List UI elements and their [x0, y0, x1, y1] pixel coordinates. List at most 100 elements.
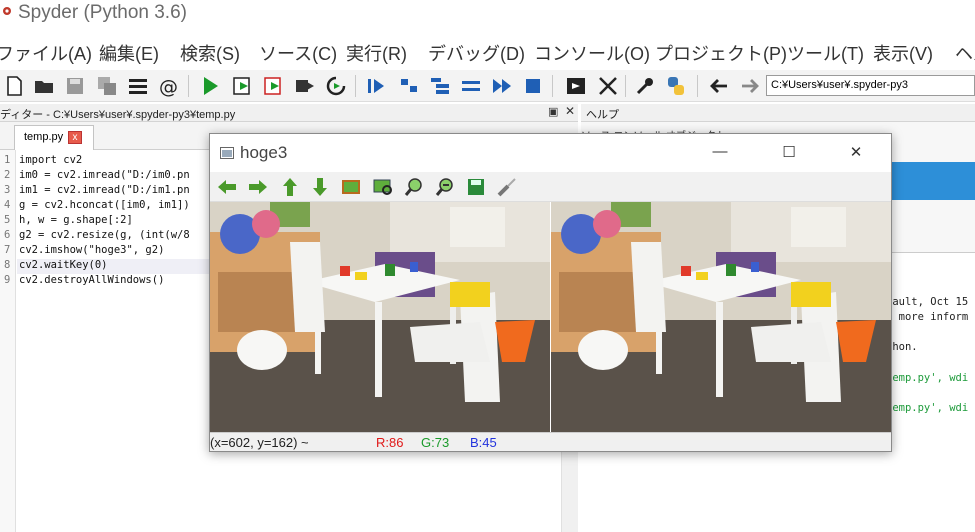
run-cell-icon[interactable] — [231, 74, 255, 98]
code-line: cv2.waitKey(0) — [19, 259, 108, 271]
line-number: 4 — [4, 199, 11, 211]
continue-icon[interactable] — [490, 74, 514, 98]
tab-close-icon[interactable]: x — [68, 131, 82, 144]
debug-icon[interactable] — [364, 74, 388, 98]
code-line: g = cv2.hconcat([im0, im1]) — [19, 199, 190, 211]
file-list-icon[interactable] — [126, 74, 150, 98]
help-pane-title: ヘルプ — [586, 109, 619, 121]
forward-arrow-icon[interactable] — [738, 74, 762, 98]
menu-help[interactable]: ヘル — [955, 40, 975, 66]
maximize-pane-icon[interactable] — [564, 74, 588, 98]
rerun-icon[interactable] — [324, 74, 348, 98]
menu-edit[interactable]: 編集(E) — [99, 40, 159, 66]
zoom-in-icon[interactable] — [403, 176, 425, 198]
menu-project[interactable]: プロジェクト(P) — [655, 40, 787, 66]
photo-right — [551, 202, 891, 432]
pan-up-icon[interactable] — [279, 176, 301, 198]
code-line: im1 = cv2.imread("D:/im1.pn — [19, 184, 190, 196]
toolbar-separator — [625, 75, 626, 97]
save-image-icon[interactable] — [465, 176, 487, 198]
undock-icon[interactable]: ▣ — [548, 105, 558, 118]
toolbar-separator — [552, 75, 553, 97]
toolbar-separator — [697, 75, 698, 97]
menu-bar: ファイル(A) 編集(E) 検索(S) ソース(C) 実行(R) デバッグ(D)… — [0, 36, 975, 66]
save-file-icon[interactable] — [63, 74, 87, 98]
pixel-red-value: R:86 — [376, 435, 404, 450]
step-return-icon[interactable] — [459, 74, 483, 98]
spyder-icon — [3, 7, 11, 15]
menu-console[interactable]: コンソール(O) — [534, 40, 650, 66]
tab-temp-py[interactable]: temp.py x — [14, 125, 94, 150]
properties-brush-icon[interactable] — [496, 176, 518, 198]
code-line: cv2.destroyAllWindows() — [19, 274, 165, 286]
code-line: cv2.imshow("hoge3", g2) — [19, 244, 165, 256]
close-pane-icon[interactable]: ✕ — [565, 104, 575, 118]
opencv-image-window: hoge3 — ☐ ✕ (x=602, y=162) ~ R:86 G:73 B… — [209, 133, 892, 452]
minimize-button[interactable]: — — [710, 143, 730, 163]
at-sign-icon[interactable]: @ — [157, 74, 181, 98]
menu-search[interactable]: 検索(S) — [180, 40, 240, 66]
stop-debug-icon[interactable] — [521, 74, 545, 98]
svg-text:@: @ — [159, 76, 178, 98]
help-pane-header: ヘルプ — [581, 104, 975, 122]
console-line: temp.py', wdi — [886, 402, 969, 414]
editor-pane-header: ディター - C:¥Users¥user¥.spyder-py3¥temp.py… — [0, 104, 578, 122]
menu-debug[interactable]: デバッグ(D) — [428, 40, 525, 66]
line-number: 3 — [4, 184, 11, 196]
pan-left-icon[interactable] — [216, 176, 238, 198]
line-number: 8 — [4, 259, 11, 271]
code-line: import cv2 — [19, 154, 83, 166]
run-cell-advance-icon[interactable] — [262, 74, 286, 98]
zoom-out-icon[interactable] — [434, 176, 456, 198]
app-title-bar: Spyder (Python 3.6) — [0, 0, 975, 30]
pan-down-icon[interactable] — [309, 176, 331, 198]
maximize-button[interactable]: ☐ — [779, 143, 799, 163]
line-number-gutter: 1 2 3 4 5 6 7 8 9 — [0, 150, 16, 532]
menu-tools[interactable]: ツール(T) — [787, 40, 864, 66]
zoom-fit-icon[interactable] — [340, 176, 362, 198]
new-file-icon[interactable] — [2, 74, 26, 98]
python-path-icon[interactable] — [664, 74, 688, 98]
fullscreen-icon[interactable] — [596, 74, 620, 98]
line-number: 6 — [4, 229, 11, 241]
line-number: 5 — [4, 214, 11, 226]
console-line: fault, Oct 15 — [886, 296, 969, 308]
step-icon[interactable] — [397, 74, 421, 98]
pixel-green-value: G:73 — [421, 435, 450, 450]
run-selection-icon[interactable] — [293, 74, 317, 98]
displayed-image[interactable] — [210, 202, 891, 432]
editor-pane-title: ディター - C:¥Users¥user¥.spyder-py3¥temp.py — [0, 109, 236, 121]
back-arrow-icon[interactable] — [707, 74, 731, 98]
console-line: temp.py', wdi — [886, 372, 969, 384]
run-icon[interactable] — [198, 74, 222, 98]
main-toolbar: @ C:¥Users¥user¥.spyder-py3 — [0, 70, 975, 102]
open-folder-icon[interactable] — [32, 74, 56, 98]
tab-label: temp.py — [24, 131, 64, 143]
playroom-photo-pair — [210, 202, 891, 432]
menu-run[interactable]: 実行(R) — [346, 40, 407, 66]
window-title: hoge3 — [240, 143, 288, 162]
close-window-button[interactable]: ✕ — [846, 143, 866, 163]
help-banner — [891, 162, 975, 200]
pan-right-icon[interactable] — [247, 176, 269, 198]
photo-left — [210, 202, 550, 432]
cursor-coordinates: (x=602, y=162) ~ — [210, 435, 309, 450]
step-into-icon[interactable] — [428, 74, 452, 98]
working-directory-field[interactable]: C:¥Users¥user¥.spyder-py3 — [766, 75, 975, 96]
line-number: 1 — [4, 154, 11, 166]
preferences-wrench-icon[interactable] — [633, 74, 657, 98]
toolbar-separator — [355, 75, 356, 97]
menu-source[interactable]: ソース(C) — [259, 40, 337, 66]
pixel-status-bar: (x=602, y=162) ~ R:86 G:73 B:45 — [210, 432, 891, 451]
line-number: 9 — [4, 274, 11, 286]
menu-view[interactable]: 表示(V) — [873, 40, 933, 66]
save-all-icon[interactable] — [95, 74, 119, 98]
console-line: r more inform — [886, 311, 969, 323]
zoom-region-icon[interactable] — [372, 176, 394, 198]
app-title: Spyder (Python 3.6) — [18, 2, 187, 23]
line-number: 2 — [4, 169, 11, 181]
menu-file[interactable]: ファイル(A) — [0, 40, 92, 66]
window-title-bar[interactable]: hoge3 — ☐ ✕ — [210, 134, 891, 172]
toolbar-separator — [188, 75, 189, 97]
image-toolbar — [210, 172, 891, 202]
